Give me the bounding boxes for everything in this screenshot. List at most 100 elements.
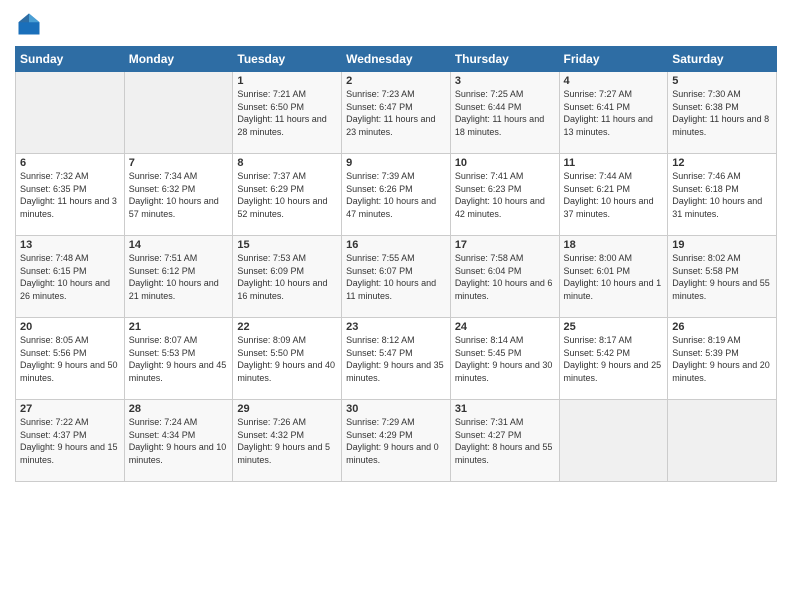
- day-number: 15: [237, 239, 337, 251]
- day-info: Sunrise: 7:22 AMSunset: 4:37 PMDaylight:…: [20, 416, 120, 466]
- day-number: 1: [237, 75, 337, 87]
- calendar-cell: 31Sunrise: 7:31 AMSunset: 4:27 PMDayligh…: [450, 400, 559, 482]
- calendar-cell: 8Sunrise: 7:37 AMSunset: 6:29 PMDaylight…: [233, 154, 342, 236]
- header-day-wednesday: Wednesday: [342, 47, 451, 72]
- calendar-cell: 30Sunrise: 7:29 AMSunset: 4:29 PMDayligh…: [342, 400, 451, 482]
- calendar-cell: 27Sunrise: 7:22 AMSunset: 4:37 PMDayligh…: [16, 400, 125, 482]
- calendar-cell: 24Sunrise: 8:14 AMSunset: 5:45 PMDayligh…: [450, 318, 559, 400]
- day-info: Sunrise: 7:21 AMSunset: 6:50 PMDaylight:…: [237, 88, 337, 138]
- day-info: Sunrise: 7:41 AMSunset: 6:23 PMDaylight:…: [455, 170, 555, 220]
- calendar-cell: 19Sunrise: 8:02 AMSunset: 5:58 PMDayligh…: [668, 236, 777, 318]
- calendar-cell: [559, 400, 668, 482]
- day-info: Sunrise: 7:48 AMSunset: 6:15 PMDaylight:…: [20, 252, 120, 302]
- day-info: Sunrise: 7:53 AMSunset: 6:09 PMDaylight:…: [237, 252, 337, 302]
- day-number: 11: [564, 157, 664, 169]
- header-day-monday: Monday: [124, 47, 233, 72]
- calendar-cell: 16Sunrise: 7:55 AMSunset: 6:07 PMDayligh…: [342, 236, 451, 318]
- day-info: Sunrise: 7:55 AMSunset: 6:07 PMDaylight:…: [346, 252, 446, 302]
- day-number: 6: [20, 157, 120, 169]
- day-number: 30: [346, 403, 446, 415]
- calendar-cell: 6Sunrise: 7:32 AMSunset: 6:35 PMDaylight…: [16, 154, 125, 236]
- day-info: Sunrise: 7:44 AMSunset: 6:21 PMDaylight:…: [564, 170, 664, 220]
- day-number: 31: [455, 403, 555, 415]
- header-day-thursday: Thursday: [450, 47, 559, 72]
- day-info: Sunrise: 8:07 AMSunset: 5:53 PMDaylight:…: [129, 334, 229, 384]
- day-info: Sunrise: 8:14 AMSunset: 5:45 PMDaylight:…: [455, 334, 555, 384]
- day-number: 12: [672, 157, 772, 169]
- day-number: 28: [129, 403, 229, 415]
- calendar-cell: 10Sunrise: 7:41 AMSunset: 6:23 PMDayligh…: [450, 154, 559, 236]
- calendar-week-3: 20Sunrise: 8:05 AMSunset: 5:56 PMDayligh…: [16, 318, 777, 400]
- logo: [15, 10, 47, 38]
- day-number: 2: [346, 75, 446, 87]
- day-number: 24: [455, 321, 555, 333]
- day-number: 5: [672, 75, 772, 87]
- calendar-cell: 2Sunrise: 7:23 AMSunset: 6:47 PMDaylight…: [342, 72, 451, 154]
- day-number: 20: [20, 321, 120, 333]
- calendar-cell: [16, 72, 125, 154]
- calendar-cell: 29Sunrise: 7:26 AMSunset: 4:32 PMDayligh…: [233, 400, 342, 482]
- day-number: 3: [455, 75, 555, 87]
- day-info: Sunrise: 7:46 AMSunset: 6:18 PMDaylight:…: [672, 170, 772, 220]
- calendar-cell: 22Sunrise: 8:09 AMSunset: 5:50 PMDayligh…: [233, 318, 342, 400]
- day-info: Sunrise: 7:26 AMSunset: 4:32 PMDaylight:…: [237, 416, 337, 466]
- day-number: 26: [672, 321, 772, 333]
- header-day-friday: Friday: [559, 47, 668, 72]
- day-info: Sunrise: 7:37 AMSunset: 6:29 PMDaylight:…: [237, 170, 337, 220]
- day-number: 10: [455, 157, 555, 169]
- day-number: 27: [20, 403, 120, 415]
- day-info: Sunrise: 7:27 AMSunset: 6:41 PMDaylight:…: [564, 88, 664, 138]
- day-info: Sunrise: 7:30 AMSunset: 6:38 PMDaylight:…: [672, 88, 772, 138]
- calendar-cell: 7Sunrise: 7:34 AMSunset: 6:32 PMDaylight…: [124, 154, 233, 236]
- calendar-header-row: SundayMondayTuesdayWednesdayThursdayFrid…: [16, 47, 777, 72]
- day-number: 9: [346, 157, 446, 169]
- calendar-week-2: 13Sunrise: 7:48 AMSunset: 6:15 PMDayligh…: [16, 236, 777, 318]
- day-number: 8: [237, 157, 337, 169]
- day-info: Sunrise: 7:39 AMSunset: 6:26 PMDaylight:…: [346, 170, 446, 220]
- calendar-cell: 4Sunrise: 7:27 AMSunset: 6:41 PMDaylight…: [559, 72, 668, 154]
- calendar-cell: 1Sunrise: 7:21 AMSunset: 6:50 PMDaylight…: [233, 72, 342, 154]
- calendar-week-1: 6Sunrise: 7:32 AMSunset: 6:35 PMDaylight…: [16, 154, 777, 236]
- day-info: Sunrise: 7:31 AMSunset: 4:27 PMDaylight:…: [455, 416, 555, 466]
- header: [15, 10, 777, 38]
- calendar-body: 1Sunrise: 7:21 AMSunset: 6:50 PMDaylight…: [16, 72, 777, 482]
- day-number: 13: [20, 239, 120, 251]
- calendar-cell: 26Sunrise: 8:19 AMSunset: 5:39 PMDayligh…: [668, 318, 777, 400]
- calendar-cell: 20Sunrise: 8:05 AMSunset: 5:56 PMDayligh…: [16, 318, 125, 400]
- day-number: 25: [564, 321, 664, 333]
- calendar-cell: [668, 400, 777, 482]
- calendar-cell: 3Sunrise: 7:25 AMSunset: 6:44 PMDaylight…: [450, 72, 559, 154]
- calendar-cell: 13Sunrise: 7:48 AMSunset: 6:15 PMDayligh…: [16, 236, 125, 318]
- day-number: 16: [346, 239, 446, 251]
- day-info: Sunrise: 8:02 AMSunset: 5:58 PMDaylight:…: [672, 252, 772, 302]
- day-number: 14: [129, 239, 229, 251]
- day-number: 21: [129, 321, 229, 333]
- day-info: Sunrise: 8:09 AMSunset: 5:50 PMDaylight:…: [237, 334, 337, 384]
- day-number: 7: [129, 157, 229, 169]
- calendar-week-4: 27Sunrise: 7:22 AMSunset: 4:37 PMDayligh…: [16, 400, 777, 482]
- calendar-cell: 11Sunrise: 7:44 AMSunset: 6:21 PMDayligh…: [559, 154, 668, 236]
- day-number: 4: [564, 75, 664, 87]
- day-number: 23: [346, 321, 446, 333]
- day-info: Sunrise: 8:05 AMSunset: 5:56 PMDaylight:…: [20, 334, 120, 384]
- calendar-week-0: 1Sunrise: 7:21 AMSunset: 6:50 PMDaylight…: [16, 72, 777, 154]
- calendar-cell: 25Sunrise: 8:17 AMSunset: 5:42 PMDayligh…: [559, 318, 668, 400]
- calendar-cell: 9Sunrise: 7:39 AMSunset: 6:26 PMDaylight…: [342, 154, 451, 236]
- day-info: Sunrise: 7:25 AMSunset: 6:44 PMDaylight:…: [455, 88, 555, 138]
- day-info: Sunrise: 7:29 AMSunset: 4:29 PMDaylight:…: [346, 416, 446, 466]
- day-info: Sunrise: 7:32 AMSunset: 6:35 PMDaylight:…: [20, 170, 120, 220]
- calendar-cell: 18Sunrise: 8:00 AMSunset: 6:01 PMDayligh…: [559, 236, 668, 318]
- header-day-sunday: Sunday: [16, 47, 125, 72]
- calendar-container: SundayMondayTuesdayWednesdayThursdayFrid…: [0, 0, 792, 612]
- day-number: 19: [672, 239, 772, 251]
- calendar-cell: 12Sunrise: 7:46 AMSunset: 6:18 PMDayligh…: [668, 154, 777, 236]
- day-info: Sunrise: 8:17 AMSunset: 5:42 PMDaylight:…: [564, 334, 664, 384]
- day-number: 18: [564, 239, 664, 251]
- day-info: Sunrise: 7:58 AMSunset: 6:04 PMDaylight:…: [455, 252, 555, 302]
- calendar-cell: [124, 72, 233, 154]
- day-info: Sunrise: 8:19 AMSunset: 5:39 PMDaylight:…: [672, 334, 772, 384]
- header-day-tuesday: Tuesday: [233, 47, 342, 72]
- calendar-cell: 23Sunrise: 8:12 AMSunset: 5:47 PMDayligh…: [342, 318, 451, 400]
- logo-icon: [15, 10, 43, 38]
- calendar-cell: 21Sunrise: 8:07 AMSunset: 5:53 PMDayligh…: [124, 318, 233, 400]
